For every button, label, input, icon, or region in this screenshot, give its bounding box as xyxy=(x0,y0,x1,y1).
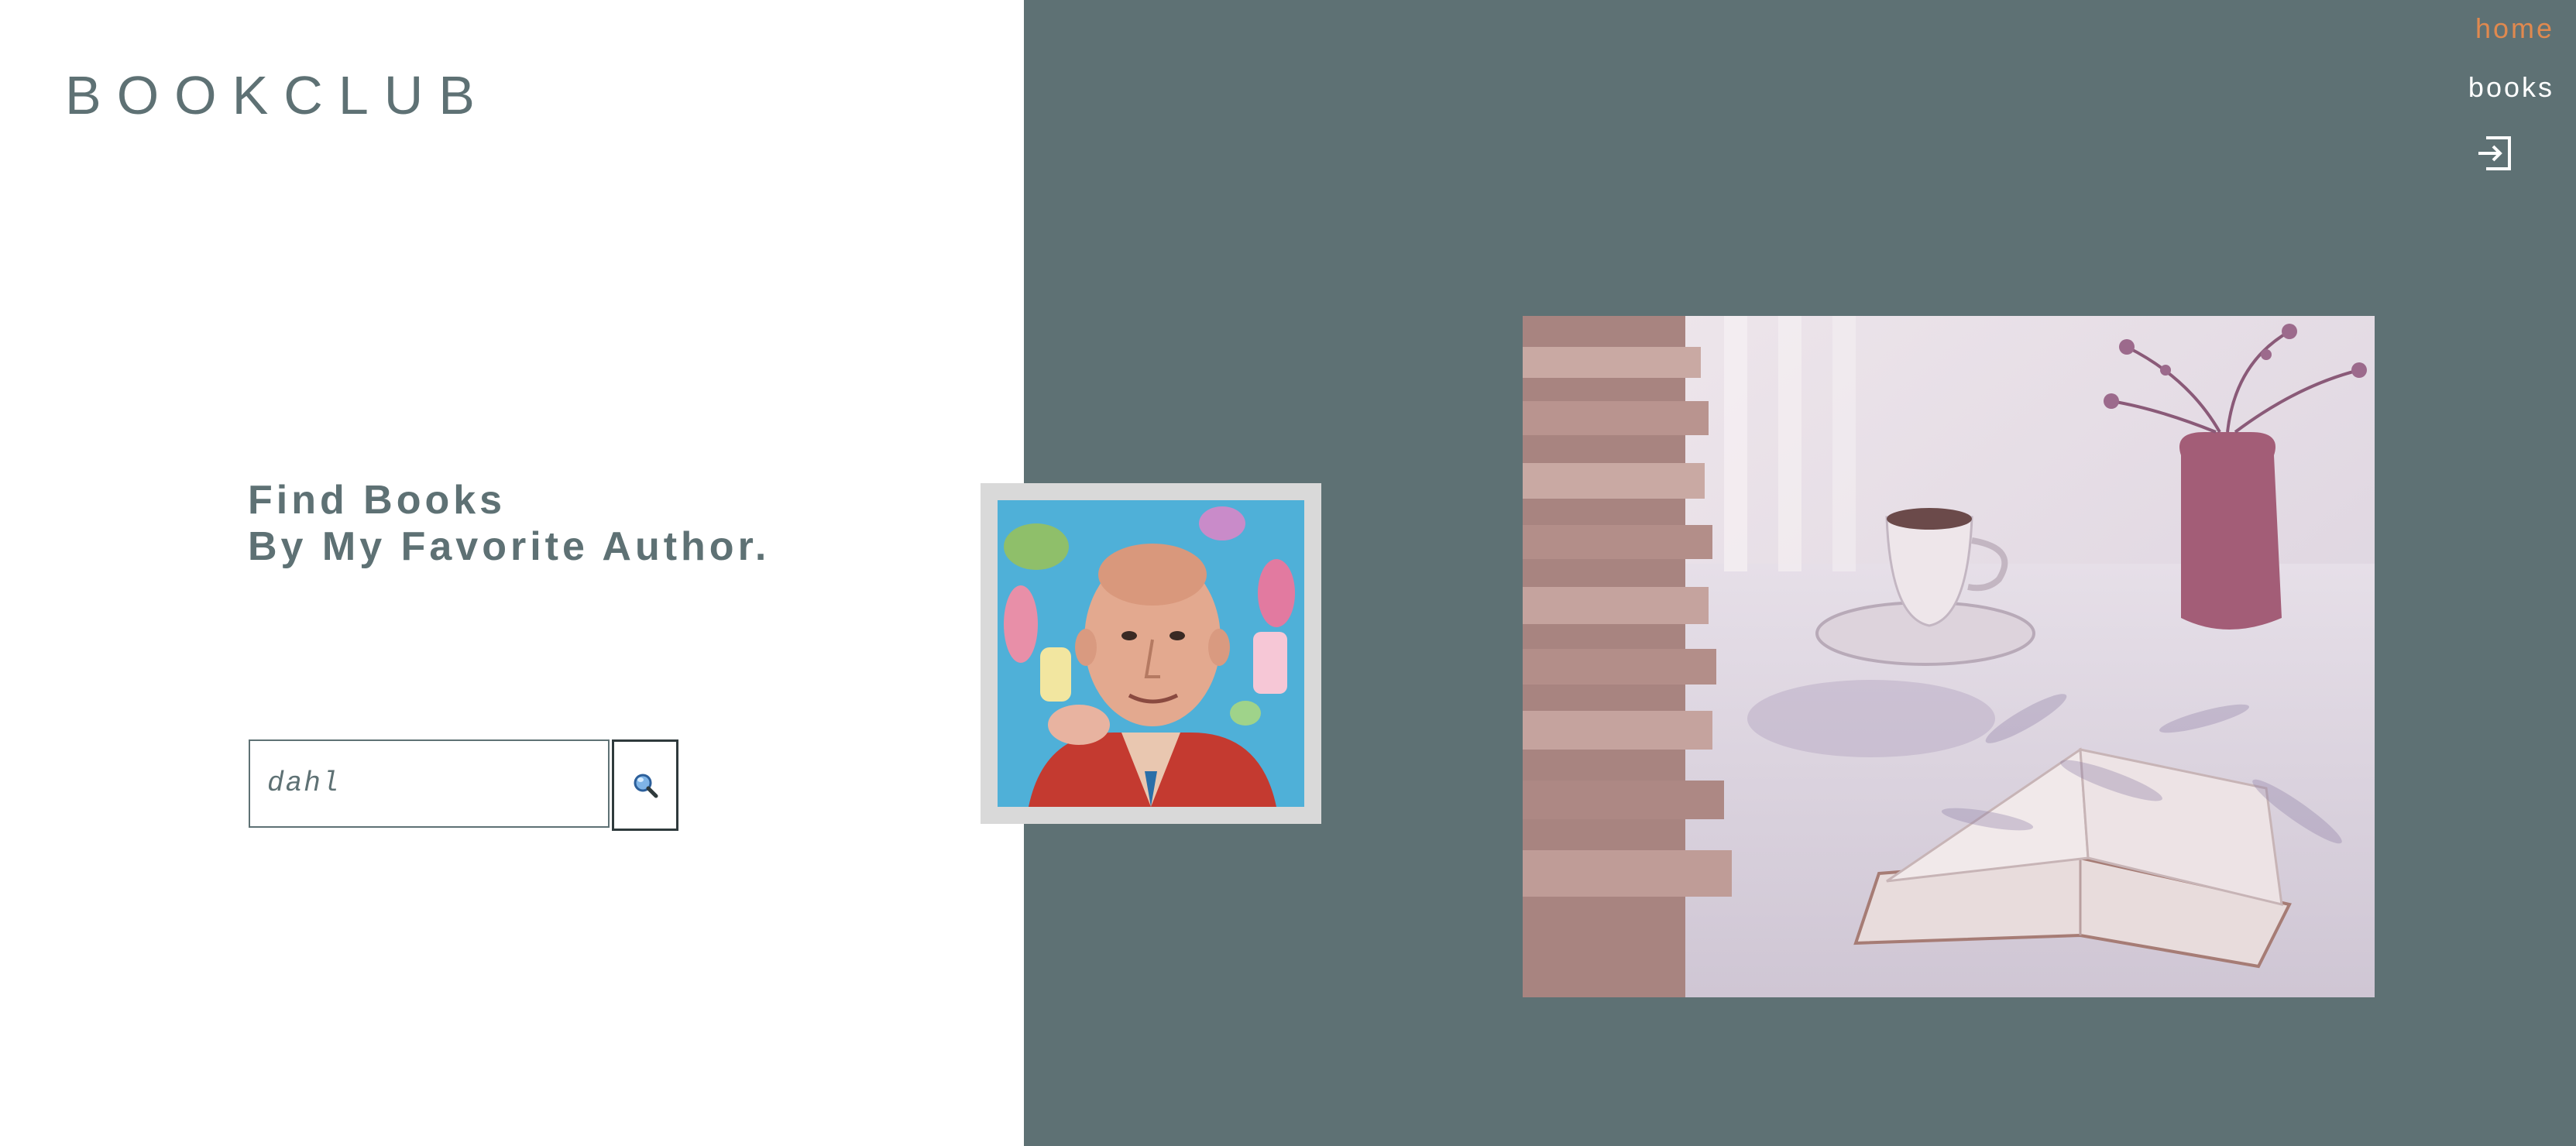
books-and-tea-photo xyxy=(1523,316,2375,997)
site-logo[interactable]: BOOKCLUB xyxy=(65,68,490,122)
sign-in-icon[interactable] xyxy=(2475,133,2516,173)
page: BOOKCLUB Find Books By My Favorite Autho… xyxy=(0,0,2576,1146)
hero-headline-line1: Find Books xyxy=(248,478,507,523)
search-button[interactable] xyxy=(612,739,678,831)
nav-item-home[interactable]: home xyxy=(2475,11,2554,46)
hero-headline-line2: By My Favorite Author. xyxy=(248,524,771,569)
left-panel: BOOKCLUB Find Books By My Favorite Autho… xyxy=(0,0,1024,1146)
hero-headline: Find Books By My Favorite Author. xyxy=(248,477,770,570)
search-input[interactable]: dahl xyxy=(249,739,610,828)
author-portrait xyxy=(998,500,1304,807)
author-portrait-frame xyxy=(981,483,1321,824)
nav-item-books[interactable]: books xyxy=(2468,70,2554,105)
magnifier-icon xyxy=(634,774,658,798)
main-nav: home books xyxy=(2468,11,2554,129)
